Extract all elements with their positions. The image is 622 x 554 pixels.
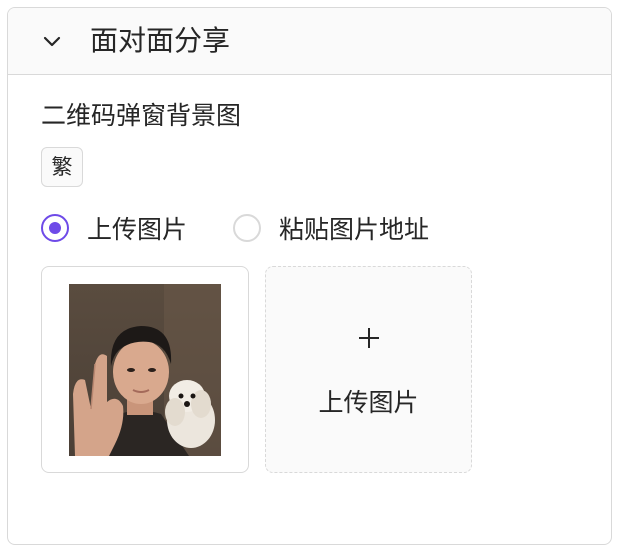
radio-button-checked[interactable] [41,214,69,242]
radio-label-upload: 上传图片 [87,215,188,244]
field-label: 二维码弹窗背景图 [41,101,242,130]
uploaded-photo [69,284,221,456]
radio-paste-url[interactable]: 粘贴图片地址 [233,210,429,246]
radio-label-paste: 粘贴图片地址 [279,215,430,244]
radio-button-unchecked[interactable] [233,214,261,242]
plus-icon [359,328,379,348]
language-tag[interactable]: 繁 [41,147,83,187]
uploaded-image-card[interactable] [41,266,249,473]
upload-image-button[interactable]: 上传图片 [265,266,472,473]
panel-header[interactable]: 面对面分享 [8,8,611,75]
upload-label: 上传图片 [318,388,419,417]
panel-title: 面对面分享 [90,24,231,57]
chevron-down-icon[interactable] [42,32,62,52]
share-panel: 面对面分享 二维码弹窗背景图 繁 上传图片 粘贴图片地址 上传图片 [7,7,612,545]
radio-upload-image[interactable]: 上传图片 [41,210,187,246]
